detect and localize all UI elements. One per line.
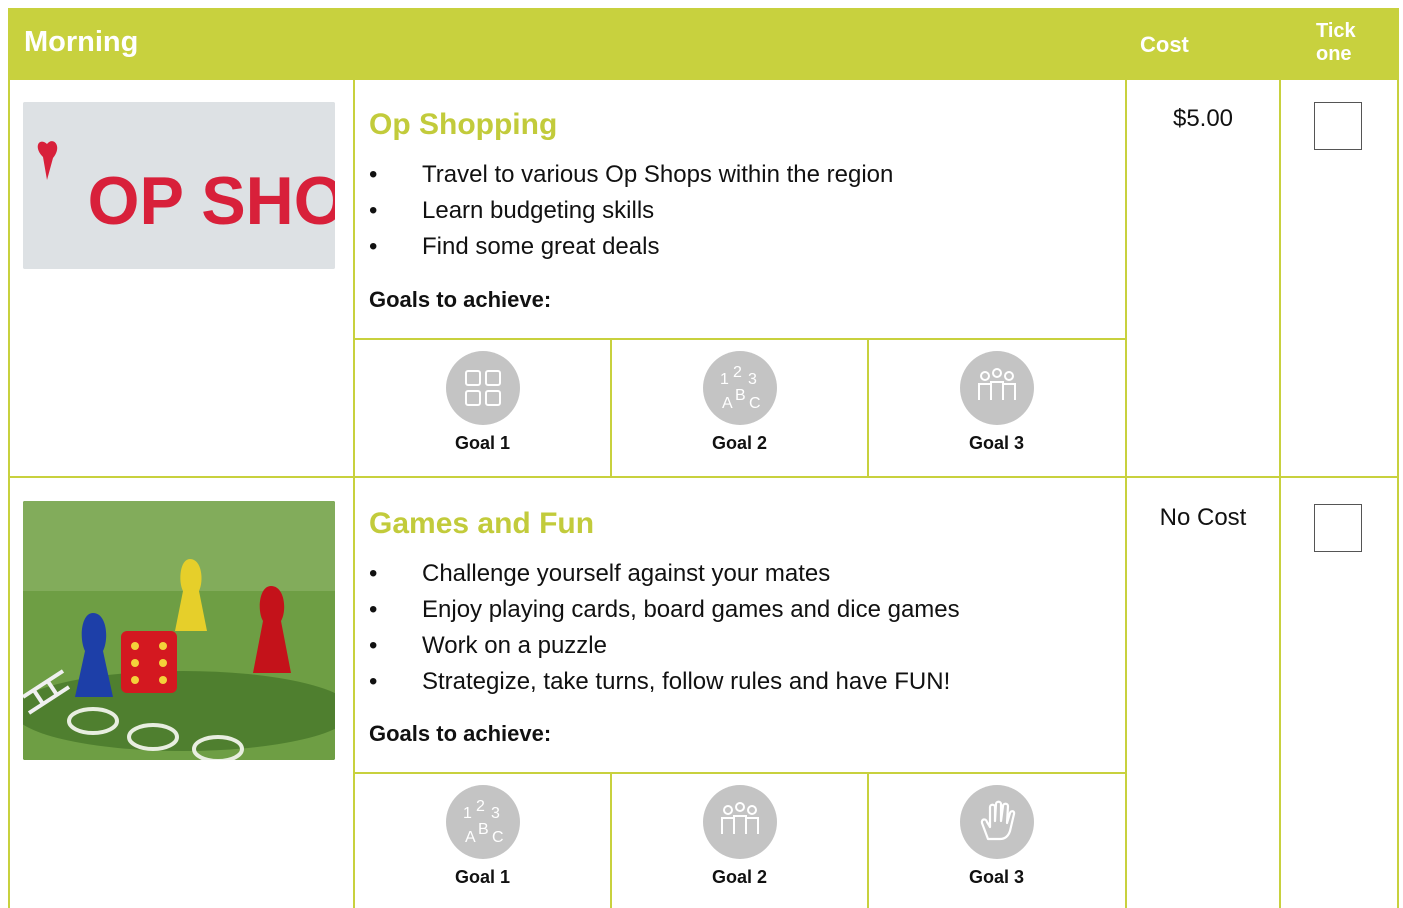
svg-text:C: C xyxy=(749,395,761,412)
activity-bullets: Travel to various Op Shops within the re… xyxy=(369,157,893,265)
goals-top-line-1 xyxy=(353,338,1127,340)
svg-text:B: B xyxy=(478,821,489,838)
bullet-item: Enjoy playing cards, board games and dic… xyxy=(369,592,960,628)
tick-checkbox[interactable] xyxy=(1314,504,1362,552)
header-title: Morning xyxy=(24,26,139,58)
svg-text:1: 1 xyxy=(463,805,472,822)
goal-label: Goal 3 xyxy=(968,867,1025,887)
left-border xyxy=(8,80,10,908)
goals-label: Goals to achieve: xyxy=(369,721,552,746)
svg-text:C: C xyxy=(492,829,504,846)
activity-sheet: Morning Cost Tick one OP SHOP Op Shoppin… xyxy=(8,8,1399,908)
bullet-item: Work on a puzzle xyxy=(369,628,960,664)
header-tick-label: Tick one xyxy=(1316,20,1356,66)
hand-icon xyxy=(959,785,1034,859)
divider-image-col xyxy=(353,80,355,908)
svg-text:2: 2 xyxy=(476,798,485,815)
cost-value: $5.00 xyxy=(1172,105,1234,132)
cost-value: No Cost xyxy=(1159,504,1247,531)
goal-label: Goal 2 xyxy=(711,433,768,453)
bullet-item: Challenge yourself against your mates xyxy=(369,556,960,592)
goals-label: Goals to achieve: xyxy=(369,287,552,312)
goal-1: Goal 1 xyxy=(355,351,610,454)
svg-text:1: 1 xyxy=(720,371,729,388)
header-tick-line1: Tick xyxy=(1316,20,1356,42)
goal-3: Goal 3 xyxy=(869,785,1124,888)
group-people-icon xyxy=(702,785,777,859)
svg-text:B: B xyxy=(735,387,746,404)
activity-bullets: Challenge yourself against your mates En… xyxy=(369,556,960,700)
divider-cost-col xyxy=(1125,80,1127,908)
goal-label: Goal 2 xyxy=(711,867,768,887)
svg-text:A: A xyxy=(465,829,476,846)
op-shop-sign-text: OP SHOP xyxy=(88,163,335,239)
goal-2: 123 ABC Goal 2 xyxy=(612,351,867,454)
op-shop-image: OP SHOP xyxy=(23,102,335,269)
divider-tick-col xyxy=(1279,80,1281,908)
board-game-image xyxy=(23,501,335,760)
svg-text:3: 3 xyxy=(748,371,757,388)
numbers-letters-icon: 123 ABC xyxy=(445,785,520,859)
bullet-item: Find some great deals xyxy=(369,229,893,265)
goal-label: Goal 3 xyxy=(968,433,1025,453)
bullet-item: Travel to various Op Shops within the re… xyxy=(369,157,893,193)
goal-label: Goal 1 xyxy=(454,433,511,453)
goals-top-line-2 xyxy=(353,772,1127,774)
teamwork-hands-icon xyxy=(445,351,520,425)
tick-checkbox[interactable] xyxy=(1314,102,1362,150)
op-shop-sign-graphic: OP SHOP xyxy=(23,102,335,269)
goal-label: Goal 1 xyxy=(454,867,511,887)
activity-title: Op Shopping xyxy=(369,108,558,141)
svg-text:A: A xyxy=(722,395,733,412)
header-cost-label: Cost xyxy=(1140,32,1189,57)
header-tick-line2: one xyxy=(1316,43,1352,65)
activity-title: Games and Fun xyxy=(369,507,595,540)
svg-text:3: 3 xyxy=(491,805,500,822)
svg-text:2: 2 xyxy=(733,364,742,381)
header-bar: Morning Cost Tick one xyxy=(8,8,1399,80)
numbers-letters-icon: 123 ABC xyxy=(702,351,777,425)
goal-1: 123 ABC Goal 1 xyxy=(355,785,610,888)
right-border xyxy=(1397,80,1399,908)
group-people-icon xyxy=(959,351,1034,425)
bullet-item: Strategize, take turns, follow rules and… xyxy=(369,664,960,700)
board-game-graphic xyxy=(23,501,335,760)
goal-2: Goal 2 xyxy=(612,785,867,888)
row-divider xyxy=(8,476,1399,478)
bullet-item: Learn budgeting skills xyxy=(369,193,893,229)
goal-3: Goal 3 xyxy=(869,351,1124,454)
